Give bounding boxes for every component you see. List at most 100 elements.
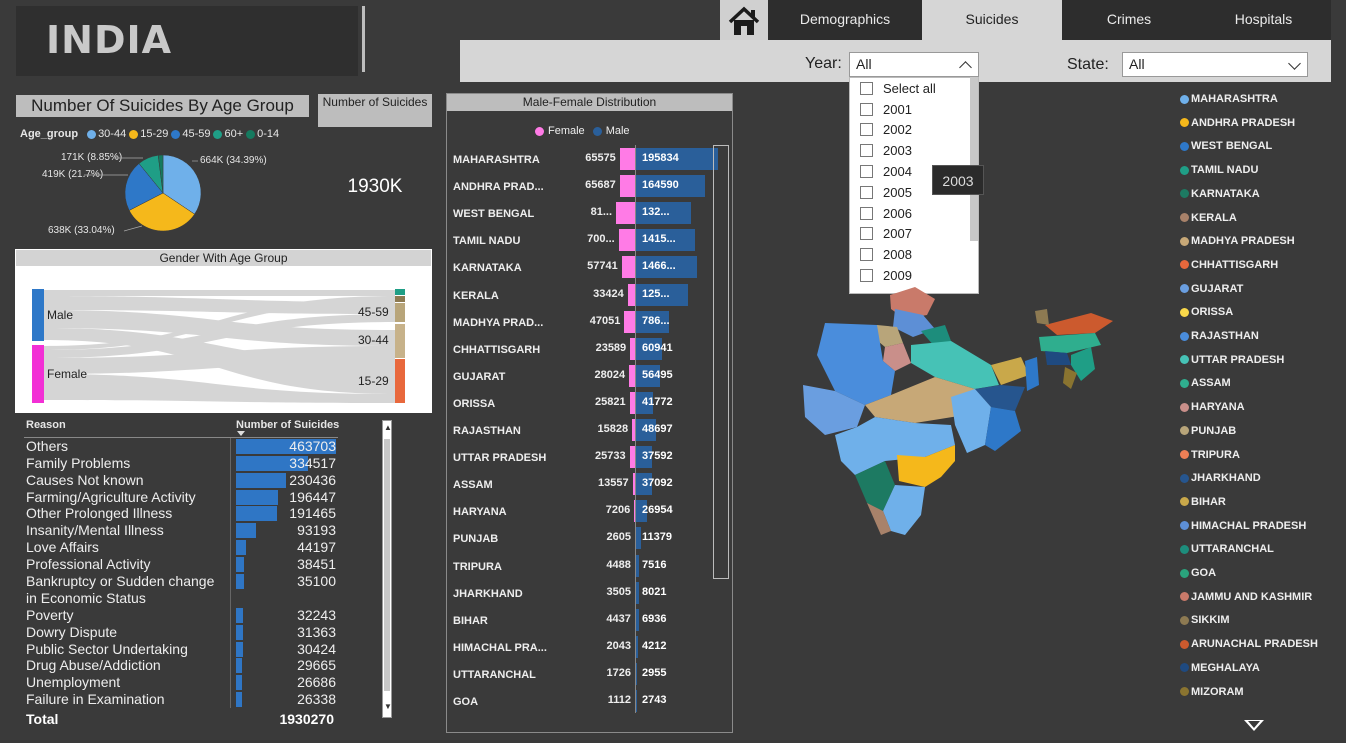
sankey-label-15-29: 15-29 [358,374,389,388]
table-row[interactable]: Unemployment 26686 [26,674,336,691]
map-legend-item[interactable]: KERALA [1180,212,1237,224]
reason-table-scrollbar[interactable]: ▲ ▼ [382,420,392,718]
map-legend-item[interactable]: WEST BENGAL [1180,140,1272,152]
table-row[interactable]: Public Sector Undertaking 30424 [26,641,336,658]
female-bar[interactable] [616,202,636,225]
year-option[interactable]: Select all [850,78,978,99]
map-legend-item[interactable]: HARYANA [1180,401,1245,413]
map-legend-item[interactable]: MAHARASHTRA [1180,93,1278,105]
map-legend-label: RAJASTHAN [1191,330,1259,342]
sort-desc-icon [237,431,245,436]
table-row[interactable]: Failure in Examination 26338 [26,691,336,708]
male-value: 786... [642,314,670,327]
year-option[interactable]: 2003 [850,140,978,161]
india-map[interactable] [795,285,1125,545]
male-female-scrollbar[interactable] [713,145,729,579]
checkbox[interactable] [860,185,873,199]
table-row[interactable]: Poverty 32243 [26,607,336,624]
table-row[interactable]: Insanity/Mental Illness 93193 [26,522,336,539]
tab-hospitals[interactable]: Hospitals [1196,0,1331,40]
map-legend-item[interactable]: CHHATTISGARH [1180,259,1278,271]
female-legend-label: Female [548,125,585,137]
year-option[interactable]: 2007 [850,224,978,245]
table-row[interactable]: Other Prolonged Illness 191465 [26,505,336,522]
checkbox[interactable] [860,102,873,116]
map-legend-item[interactable]: JAMMU AND KASHMIR [1180,591,1312,603]
home-button[interactable] [720,0,768,40]
year-list-scrollbar[interactable] [970,77,978,241]
checkbox[interactable] [860,165,873,179]
male-bar[interactable] [636,635,638,658]
checkbox[interactable] [860,269,873,283]
map-legend-item[interactable]: GUJARAT [1180,283,1243,295]
table-row[interactable]: Professional Activity 38451 [26,556,336,573]
checkbox[interactable] [860,144,873,158]
checkbox[interactable] [860,123,873,137]
reason-column-header[interactable]: Reason [26,419,66,431]
female-bar[interactable] [618,229,636,252]
table-row[interactable]: Causes Not known 230436 [26,472,336,489]
male-bar[interactable] [636,581,640,604]
checkbox[interactable] [860,227,873,241]
map-legend-item[interactable]: MADHYA PRADESH [1180,235,1295,247]
table-row[interactable]: Love Affairs 44197 [26,539,336,556]
tab-suicides[interactable]: Suicides [922,0,1062,40]
female-bar[interactable] [619,175,636,198]
male-bar[interactable] [636,608,639,631]
map-legend-item[interactable]: ASSAM [1180,377,1231,389]
male-bar[interactable] [636,690,638,712]
map-legend-item[interactable]: MIZORAM [1180,686,1244,698]
checkbox[interactable] [860,248,873,262]
map-legend-item[interactable]: HIMACHAL PRADESH [1180,520,1306,532]
female-bar[interactable] [619,148,636,170]
state-label: TRIPURA [453,560,502,573]
year-option[interactable]: 2008 [850,244,978,265]
year-option[interactable]: 2002 [850,120,978,141]
scroll-up-icon[interactable]: ▲ [384,423,392,432]
table-row[interactable]: Family Problems 334517 [26,455,336,472]
map-legend-item[interactable]: PUNJAB [1180,425,1236,437]
tab-demographics[interactable]: Demographics [768,0,922,40]
year-select[interactable]: All [849,52,979,77]
map-legend-label: GOA [1191,567,1217,579]
male-value: 41772 [642,395,673,408]
map-legend-item[interactable]: KARNATAKA [1180,188,1260,200]
map-legend-item[interactable]: UTTAR PRADESH [1180,354,1284,366]
year-option-label: 2007 [883,226,912,242]
map-legend-item[interactable]: ANDHRA PRADESH [1180,117,1295,129]
male-bar[interactable] [636,554,640,577]
map-legend-item[interactable]: RAJASTHAN [1180,330,1259,342]
reason-name: Professional Activity [26,555,151,572]
map-legend-item[interactable]: BIHAR [1180,496,1226,508]
map-legend-item[interactable]: TAMIL NADU [1180,164,1258,176]
male-bar[interactable] [636,527,641,550]
female-bar[interactable] [621,256,636,279]
state-select[interactable]: All [1122,52,1308,77]
map-legend-item[interactable]: ORISSA [1180,306,1233,318]
table-row[interactable]: Drug Abuse/Addiction 29665 [26,657,336,674]
map-legend-item[interactable]: ARUNACHAL PRADESH [1180,638,1318,650]
tab-crimes[interactable]: Crimes [1062,0,1196,40]
year-option[interactable]: 2006 [850,203,978,224]
map-legend-item[interactable]: TRIPURA [1180,449,1240,461]
table-row[interactable]: Others 463703 [26,438,336,455]
table-row[interactable]: Dowry Dispute 31363 [26,624,336,641]
state-label: TAMIL NADU [453,235,521,248]
year-option[interactable]: 2009 [850,265,978,286]
reason-bar [236,523,256,539]
scroll-thumb[interactable] [384,439,390,691]
year-option[interactable]: 2001 [850,99,978,120]
scroll-down-icon[interactable]: ▼ [384,702,392,711]
male-legend-label: Male [605,125,630,137]
map-legend-item[interactable]: SIKKIM [1180,614,1230,626]
map-legend-item[interactable]: UTTARANCHAL [1180,543,1274,555]
checkbox[interactable] [860,206,873,220]
map-legend-item[interactable]: MEGHALAYA [1180,662,1260,674]
table-row[interactable]: Farming/Agriculture Activity 196447 [26,489,336,506]
count-column-header[interactable]: Number of Suicides [236,419,339,431]
checkbox[interactable] [860,81,873,95]
map-legend-item[interactable]: JHARKHAND [1180,472,1261,484]
table-row[interactable]: Bankruptcy or Sudden change 35100 in Econo… [26,573,336,607]
map-legend-item[interactable]: GOA [1180,567,1216,579]
male-bar[interactable] [636,662,638,685]
